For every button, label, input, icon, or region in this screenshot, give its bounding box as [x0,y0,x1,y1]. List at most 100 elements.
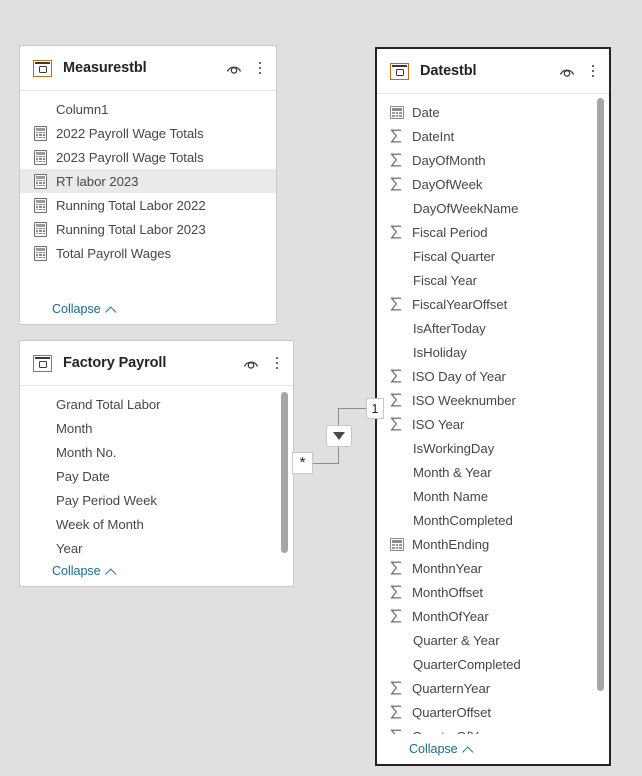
field-row[interactable]: Fiscal Quarter [377,244,609,268]
hide-show-eye-icon[interactable] [224,58,244,78]
field-label: MonthOfYear [412,608,489,624]
field-row[interactable]: QuarternYear [377,676,609,700]
filter-direction-arrow-icon[interactable] [326,425,352,447]
field-row[interactable]: Column1 [20,97,276,121]
field-row[interactable]: MonthnYear [377,556,609,580]
field-row[interactable]: IsAfterToday [377,316,609,340]
field-label: Month Name [413,488,488,504]
field-row[interactable]: IsWorkingDay [377,436,609,460]
field-label: RT labor 2023 [56,173,139,189]
field-row[interactable]: ISO Weeknumber [377,388,609,412]
chevron-up-icon [463,744,474,755]
field-row[interactable]: DayOfWeek [377,172,609,196]
field-label: IsAfterToday [413,320,486,336]
field-row[interactable]: Grand Total Labor [20,392,293,416]
more-options-icon[interactable] [270,353,284,373]
field-row[interactable]: Week of Month [20,512,293,536]
field-row[interactable]: MonthOfYear [377,604,609,628]
table-title: Measurestbl [63,60,147,76]
field-list-area-measurestbl: Column1 2022 Payroll Wage Totals 2023 Payr… [20,91,276,294]
field-row[interactable]: Year [20,536,293,556]
field-label: Month & Year [413,464,492,480]
field-label: QuarterCompleted [413,656,521,672]
field-label: Fiscal Period [412,224,488,240]
field-row[interactable]: Month [20,416,293,440]
field-label: Week of Month [56,516,144,532]
field-label: ISO Year [412,416,465,432]
field-row[interactable]: Date [377,100,609,124]
field-row[interactable]: Month No. [20,440,293,464]
vertical-scrollbar[interactable] [597,98,604,691]
field-row[interactable]: FiscalYearOffset [377,292,609,316]
field-row[interactable]: IsHoliday [377,340,609,364]
hide-show-eye-icon[interactable] [241,353,261,373]
collapse-label: Collapse [52,302,101,316]
summation-sigma-icon [389,560,404,576]
collapse-button-factory-payroll[interactable]: Collapse [20,556,293,586]
field-row[interactable]: DayOfWeekName [377,196,609,220]
field-row[interactable]: Month & Year [377,460,609,484]
field-label: MonthCompleted [413,512,513,528]
field-row[interactable]: MonthCompleted [377,508,609,532]
field-row[interactable]: MonthEnding [377,532,609,556]
field-row[interactable]: RT labor 2023 [20,169,276,193]
field-label: Fiscal Quarter [413,248,496,264]
field-label: Running Total Labor 2023 [56,221,206,237]
field-row[interactable]: DateInt [377,124,609,148]
field-row[interactable]: Month Name [377,484,609,508]
relationship-cardinality-one[interactable]: 1 [366,398,384,419]
field-row[interactable]: QuarterOffset [377,700,609,724]
field-label: 2022 Payroll Wage Totals [56,125,204,141]
field-label: MonthEnding [412,536,490,552]
field-row[interactable]: QuarterCompleted [377,652,609,676]
field-label: Pay Period Week [56,492,157,508]
table-card-header-datestbl[interactable]: Datestbl [377,49,609,94]
field-label: Column1 [56,101,109,117]
summation-sigma-icon [389,176,404,192]
field-label: Grand Total Labor [56,396,161,412]
summation-sigma-icon [389,680,404,696]
field-label: MonthOffset [412,584,484,600]
field-row[interactable]: Running Total Labor 2022 [20,193,276,217]
field-row[interactable]: Total Payroll Wages [20,241,276,265]
field-row[interactable]: 2023 Payroll Wage Totals [20,145,276,169]
field-row[interactable]: ISO Day of Year [377,364,609,388]
measure-icon [34,149,47,165]
table-card-header-factory-payroll[interactable]: Factory Payroll [20,341,293,386]
field-row[interactable]: DayOfMonth [377,148,609,172]
field-row[interactable]: Pay Period Week [20,488,293,512]
field-label: QuarterOfYear [412,729,497,735]
field-label: MonthnYear [412,560,483,576]
field-label: Date [412,104,440,120]
table-card-measurestbl[interactable]: Measurestbl Column1 2022 Payroll Wage Tot… [20,46,276,324]
field-row[interactable]: Pay Date [20,464,293,488]
table-card-header-measurestbl[interactable]: Measurestbl [20,46,276,91]
collapse-button-measurestbl[interactable]: Collapse [20,294,276,324]
measure-icon [34,125,47,141]
hide-show-eye-icon[interactable] [557,61,577,81]
table-card-datestbl[interactable]: Datestbl Date DateInt DayOfMonth DayOfWeek D… [375,47,611,766]
summation-sigma-icon [389,224,404,240]
field-row[interactable]: QuarterOfYear [377,724,609,734]
field-label: FiscalYearOffset [412,296,508,312]
more-options-icon[interactable] [253,58,267,78]
field-row[interactable]: Running Total Labor 2023 [20,217,276,241]
field-label: Pay Date [56,468,110,484]
collapse-button-datestbl[interactable]: Collapse [377,734,609,764]
measure-icon [34,197,47,213]
field-row[interactable]: Fiscal Year [377,268,609,292]
table-icon [33,354,52,372]
field-list: Column1 2022 Payroll Wage Totals 2023 Payr… [20,91,276,265]
more-options-icon[interactable] [586,61,600,81]
table-card-factory-payroll[interactable]: Factory Payroll Grand Total Labor Month Mo… [20,341,293,586]
calendar-date-icon [390,537,404,551]
field-row[interactable]: ISO Year [377,412,609,436]
field-row[interactable]: 2022 Payroll Wage Totals [20,121,276,145]
field-label: 2023 Payroll Wage Totals [56,149,204,165]
field-label: IsHoliday [413,344,467,360]
field-row[interactable]: MonthOffset [377,580,609,604]
field-row[interactable]: Fiscal Period [377,220,609,244]
field-row[interactable]: Quarter & Year [377,628,609,652]
vertical-scrollbar[interactable] [281,392,288,553]
relationship-cardinality-many[interactable]: * [292,452,313,474]
